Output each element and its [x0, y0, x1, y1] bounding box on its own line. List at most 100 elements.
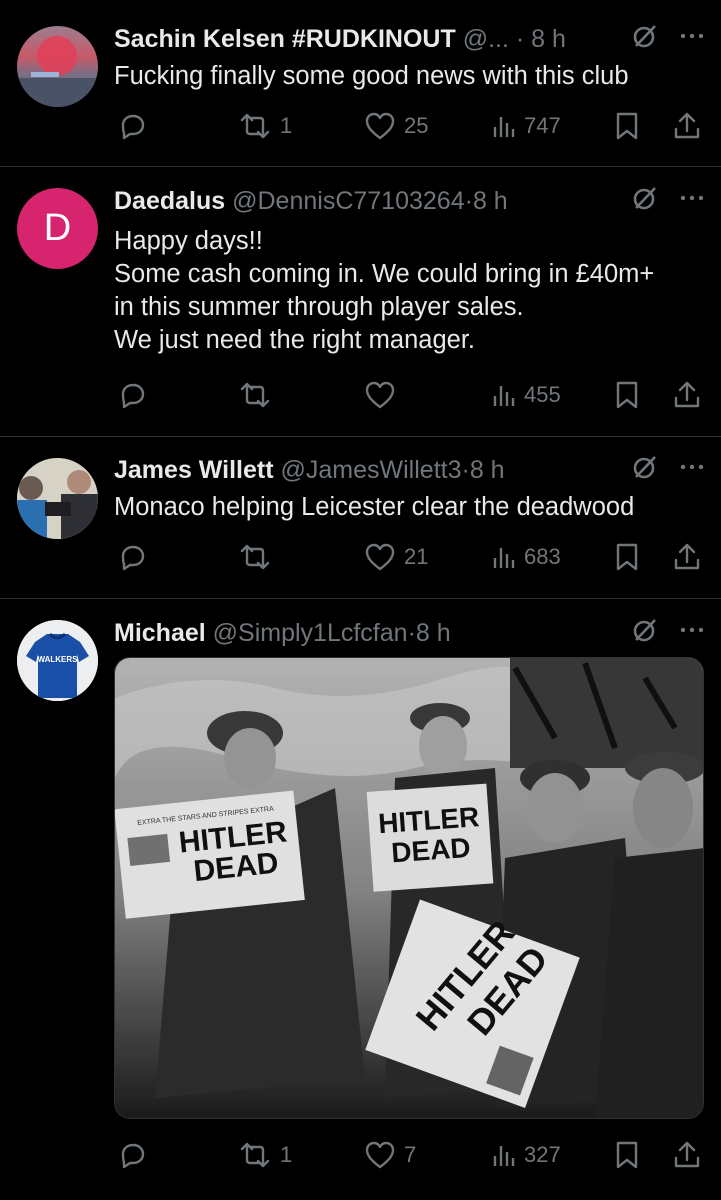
- share-icon: [674, 112, 700, 139]
- repost-button[interactable]: 1: [238, 1140, 292, 1170]
- action-bar: 455: [114, 380, 705, 410]
- grok-icon[interactable]: [631, 22, 659, 50]
- grok-icon[interactable]: [631, 184, 659, 212]
- bookmark-button[interactable]: [614, 111, 640, 141]
- share-button[interactable]: [672, 111, 702, 141]
- avatar-letter: D: [43, 207, 72, 249]
- bookmark-icon: [616, 543, 638, 571]
- repost-icon: [240, 544, 270, 570]
- like-count: 25: [404, 113, 429, 138]
- share-icon: [674, 543, 700, 570]
- tweet-2[interactable]: D Daedalus @DennisC77103264·8 h Happy da…: [0, 166, 721, 437]
- more-icon[interactable]: [679, 22, 705, 50]
- avatar[interactable]: [17, 458, 98, 539]
- repost-count: 1: [280, 113, 293, 138]
- heart-icon: [365, 543, 395, 571]
- author-name[interactable]: Daedalus: [114, 187, 225, 215]
- repost-count: 1: [280, 1142, 293, 1167]
- reply-icon: [121, 545, 145, 571]
- more-icon[interactable]: [679, 616, 705, 644]
- views-icon: [493, 1146, 515, 1166]
- repost-icon: [240, 1142, 270, 1168]
- like-button[interactable]: 7: [364, 1140, 416, 1170]
- author-handle[interactable]: @DennisC77103264: [232, 187, 464, 215]
- avatar[interactable]: WALKERS: [17, 620, 98, 701]
- tweet-text: Happy days!! Some cash coming in. We cou…: [114, 225, 701, 357]
- author-name[interactable]: Sachin Kelsen #RUDKINOUT: [114, 25, 456, 53]
- tweet-text: Monaco helping Leicester clear the deadw…: [114, 491, 701, 524]
- avatar[interactable]: D: [17, 188, 98, 269]
- bookmark-button[interactable]: [614, 542, 640, 572]
- avatar-sunset-icon: [17, 36, 98, 107]
- shirt-sponsor-text: WALKERS: [38, 655, 79, 664]
- tweet-text-line: Fucking finally some good news with this…: [114, 62, 629, 90]
- reply-button[interactable]: [118, 1140, 156, 1170]
- like-button[interactable]: 21: [364, 542, 428, 572]
- share-button[interactable]: [672, 380, 702, 410]
- bookmark-icon: [616, 1141, 638, 1169]
- tweet-4[interactable]: WALKERS Michael @Simply1Lcfcfan·8 h EXTR…: [0, 598, 721, 1200]
- author-handle[interactable]: @...: [463, 25, 509, 53]
- views-button[interactable]: 455: [492, 380, 561, 410]
- views-count: 747: [524, 113, 561, 138]
- repost-button[interactable]: [238, 380, 280, 410]
- repost-icon: [240, 113, 270, 139]
- tweet-3[interactable]: James Willett @JamesWillett3·8 h Monaco …: [0, 436, 721, 599]
- repost-button[interactable]: 1: [238, 111, 292, 141]
- reply-icon: [121, 114, 145, 140]
- timestamp[interactable]: 8 h: [531, 25, 566, 53]
- views-count: 327: [524, 1142, 561, 1167]
- views-button[interactable]: 747: [492, 111, 561, 141]
- timestamp[interactable]: 8 h: [470, 456, 505, 484]
- like-button[interactable]: [364, 380, 404, 410]
- reply-icon: [121, 383, 145, 409]
- share-icon: [674, 381, 700, 408]
- tweet-text-line: Happy days!!: [114, 227, 263, 255]
- tweet-text: Fucking finally some good news with this…: [114, 60, 701, 93]
- timestamp[interactable]: 8 h: [416, 619, 451, 647]
- author-handle[interactable]: @JamesWillett3: [281, 456, 462, 484]
- avatar[interactable]: [17, 26, 98, 107]
- tweet-text-line: We just need the right manager.: [114, 326, 475, 354]
- bookmark-icon: [616, 112, 638, 140]
- avatar-leicester-shirt-icon: WALKERS: [17, 620, 98, 701]
- more-icon[interactable]: [679, 184, 705, 212]
- reply-icon: [121, 1143, 145, 1169]
- action-bar: 1 7 327: [114, 1140, 705, 1170]
- views-count: 455: [524, 382, 561, 407]
- separator-dot: ·: [461, 456, 470, 484]
- author-handle[interactable]: @Simply1Lcfcfan: [213, 619, 408, 647]
- bookmark-button[interactable]: [614, 1140, 640, 1170]
- separator-dot: ·: [464, 187, 473, 215]
- repost-button[interactable]: [238, 542, 280, 572]
- repost-icon: [240, 382, 270, 408]
- grok-icon[interactable]: [631, 453, 659, 481]
- author-name[interactable]: Michael: [114, 619, 206, 647]
- bookmark-icon: [616, 381, 638, 409]
- tweet-text-line: in this summer through player sales.: [114, 293, 524, 321]
- like-count: 21: [404, 544, 429, 569]
- tweet-text-line: Monaco helping Leicester clear the deadw…: [114, 493, 635, 521]
- timestamp[interactable]: 8 h: [473, 187, 508, 215]
- reply-button[interactable]: [118, 380, 156, 410]
- bookmark-button[interactable]: [614, 380, 640, 410]
- reply-button[interactable]: [118, 542, 156, 572]
- tweet-photo[interactable]: EXTRA THE STARS AND STRIPES EXTRA HITLER…: [114, 657, 704, 1119]
- tweet-1[interactable]: Sachin Kelsen #RUDKINOUT @... · 8 h Fuck…: [0, 0, 721, 167]
- grok-icon[interactable]: [631, 616, 659, 644]
- views-icon: [493, 548, 515, 568]
- share-button[interactable]: [672, 1140, 702, 1170]
- author-name[interactable]: James Willett: [114, 456, 274, 484]
- like-count: 7: [404, 1142, 417, 1167]
- views-button[interactable]: 327: [492, 1140, 561, 1170]
- reply-button[interactable]: [118, 111, 156, 141]
- tweet-text-line: Some cash coming in. We could bring in £…: [114, 260, 655, 288]
- views-button[interactable]: 683: [492, 542, 561, 572]
- share-icon: [674, 1141, 700, 1168]
- separator-dot: ·: [407, 619, 416, 647]
- share-button[interactable]: [672, 542, 702, 572]
- views-icon: [493, 386, 515, 406]
- more-icon[interactable]: [679, 453, 705, 481]
- separator-dot: ·: [508, 25, 532, 53]
- like-button[interactable]: 25: [364, 111, 428, 141]
